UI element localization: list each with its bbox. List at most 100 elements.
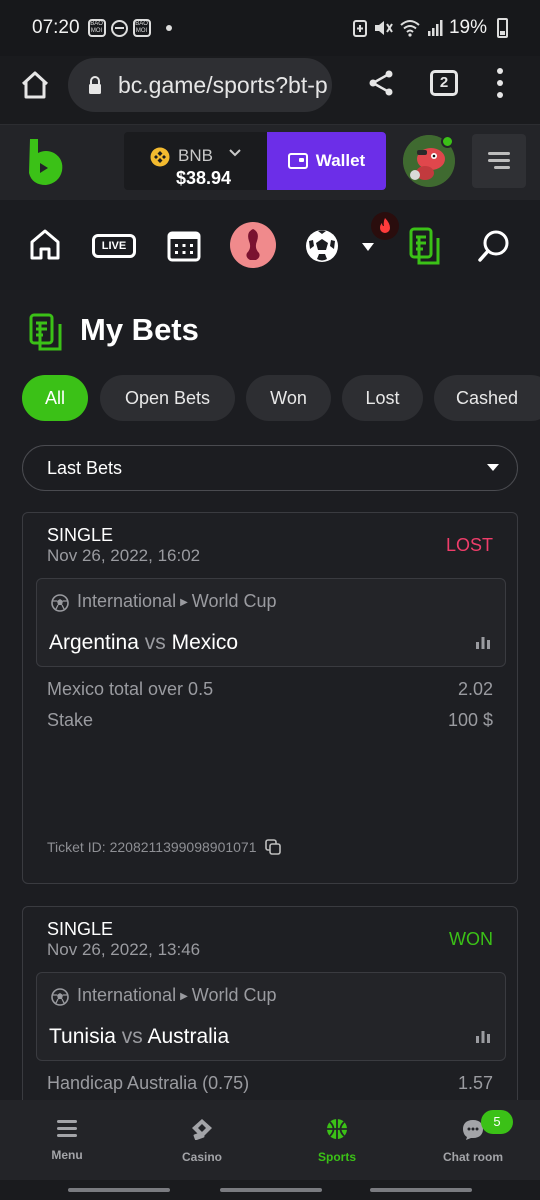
sports-nav: LIVE <box>0 200 540 290</box>
away-team: Australia <box>147 1025 230 1048</box>
live-icon[interactable]: LIVE <box>92 234 136 258</box>
battery-icon <box>497 18 508 38</box>
bottom-nav-label: Sports <box>317 1150 356 1164</box>
lock-icon <box>89 76 101 94</box>
bet-filter-chips: All Open Bets Won Lost Cashed <box>22 375 540 423</box>
fire-icon <box>380 218 390 233</box>
address-bar[interactable]: bc.game/sports?bt-p <box>68 58 332 112</box>
filter-open-bets[interactable]: Open Bets <box>100 375 235 421</box>
wallet-balance: $38.94 <box>176 168 232 188</box>
wallet-label: Wallet <box>315 151 366 170</box>
recents-gesture[interactable] <box>68 1188 170 1192</box>
home-team: Tunisia <box>49 1025 116 1048</box>
bottom-nav: Menu Casino Sports Chat room <box>0 1100 540 1180</box>
sports-icon <box>327 1119 347 1139</box>
bet-type: SINGLE <box>47 919 114 939</box>
news-icon: BAO MOI <box>87 19 106 37</box>
match-category: International ▶ World Cup <box>77 985 276 1006</box>
stake-value: 100 $ <box>447 710 493 730</box>
bet-selection: Handicap Australia (0.75) <box>47 1073 250 1093</box>
bottom-nav-label: Chat room <box>443 1150 503 1164</box>
share-button[interactable] <box>366 68 396 98</box>
stats-icon[interactable] <box>475 634 491 650</box>
home-button[interactable] <box>18 68 52 102</box>
calendar-icon[interactable] <box>166 228 202 264</box>
soccer-ball-icon <box>51 594 69 612</box>
ticket-info: Ticket ID: 2208211399098901071 <box>47 839 281 855</box>
breadcrumb-arrow-icon: ▶ <box>180 991 188 1002</box>
back-gesture[interactable] <box>370 1188 472 1192</box>
match-box[interactable]: International ▶ World Cup Tunisia vs Austr… <box>36 972 506 1061</box>
search-icon[interactable] <box>476 228 512 264</box>
tab-switcher-button[interactable]: 2 <box>430 70 458 96</box>
soccer-ball-icon[interactable] <box>304 228 340 264</box>
system-navigation-bar <box>0 1180 540 1200</box>
status-time: 07:20 <box>32 17 80 38</box>
page-title: My Bets <box>80 312 199 347</box>
match-teams: Tunisia vs Australia <box>49 1025 229 1049</box>
casino-icon <box>192 1119 212 1140</box>
bet-odds: 1.57 <box>457 1073 493 1093</box>
bet-status: LOST <box>445 535 493 555</box>
filter-won[interactable]: Won <box>246 375 331 421</box>
bet-type: SINGLE <box>47 525 114 545</box>
match-box[interactable]: International ▶ World Cup Argentina vs Mex… <box>36 578 506 667</box>
notification-dot-icon <box>165 25 172 31</box>
bottom-nav-label: Menu <box>51 1148 83 1162</box>
home-gesture[interactable] <box>220 1188 322 1192</box>
currency-name: BNB <box>178 146 213 165</box>
filter-cashed[interactable]: Cashed <box>434 375 540 421</box>
stake-label: Stake <box>47 710 94 730</box>
caret-down-icon[interactable] <box>361 242 375 252</box>
breadcrumb-arrow-icon: ▶ <box>180 597 188 608</box>
bc-game-logo[interactable] <box>24 137 66 187</box>
vs-label: vs <box>144 631 166 654</box>
copy-icon[interactable] <box>264 839 281 855</box>
more-options-button[interactable] <box>492 68 508 98</box>
my-bets-title-icon <box>29 313 62 351</box>
bottom-nav-casino[interactable]: Casino <box>147 1118 257 1164</box>
battery-percent: 19% <box>448 17 487 38</box>
stats-icon[interactable] <box>475 1028 491 1044</box>
bet-selection: Mexico total over 0.5 <box>47 679 214 699</box>
chevron-down-icon <box>229 149 241 157</box>
match-tournament: World Cup <box>191 985 277 1005</box>
filter-lost[interactable]: Lost <box>342 375 423 421</box>
site-menu-button[interactable] <box>472 134 526 188</box>
filter-all[interactable]: All <box>22 375 88 421</box>
url-text: bc.game/sports?bt-p <box>118 71 328 98</box>
match-country: International <box>77 985 177 1005</box>
world-cup-icon[interactable] <box>230 222 276 268</box>
bet-date: Nov 26, 2022, 16:02 <box>47 546 201 565</box>
status-right: 19% <box>352 17 508 39</box>
dnd-icon <box>110 19 128 37</box>
home-icon[interactable] <box>28 224 62 264</box>
signal-icon <box>427 20 443 36</box>
menu-icon <box>57 1120 77 1137</box>
my-bets-icon[interactable] <box>408 226 442 266</box>
battery-saver-icon <box>352 20 367 37</box>
caret-down-icon <box>487 464 499 471</box>
status-bar: 07:20 BAO MOI BAO MOI 19% <box>0 0 540 56</box>
away-team: Mexico <box>171 631 239 654</box>
bet-card[interactable]: SINGLE Nov 26, 2022, 16:02 LOST Internat… <box>22 512 518 884</box>
bottom-nav-menu[interactable]: Menu <box>12 1118 122 1162</box>
bnb-coin-icon <box>150 147 170 167</box>
match-country: International <box>77 591 177 611</box>
bottom-nav-sports[interactable]: Sports <box>282 1118 392 1164</box>
bet-date: Nov 26, 2022, 13:46 <box>47 940 201 959</box>
vs-label: vs <box>121 1025 143 1048</box>
wallet-button[interactable]: Wallet <box>267 132 386 190</box>
wifi-icon <box>400 20 420 37</box>
dropdown-value: Last Bets <box>47 457 123 478</box>
match-tournament: World Cup <box>191 591 277 611</box>
bets-period-dropdown[interactable]: Last Bets <box>22 445 518 491</box>
soccer-ball-icon <box>51 988 69 1006</box>
hot-badge <box>371 212 399 240</box>
online-status-dot <box>441 135 454 148</box>
site-header: BNB $38.94 Wallet <box>0 124 540 200</box>
ticket-label: Ticket ID: <box>47 839 106 855</box>
mute-icon <box>374 21 393 35</box>
wallet-icon <box>287 153 308 169</box>
news-icon: BAO MOI <box>132 19 151 37</box>
